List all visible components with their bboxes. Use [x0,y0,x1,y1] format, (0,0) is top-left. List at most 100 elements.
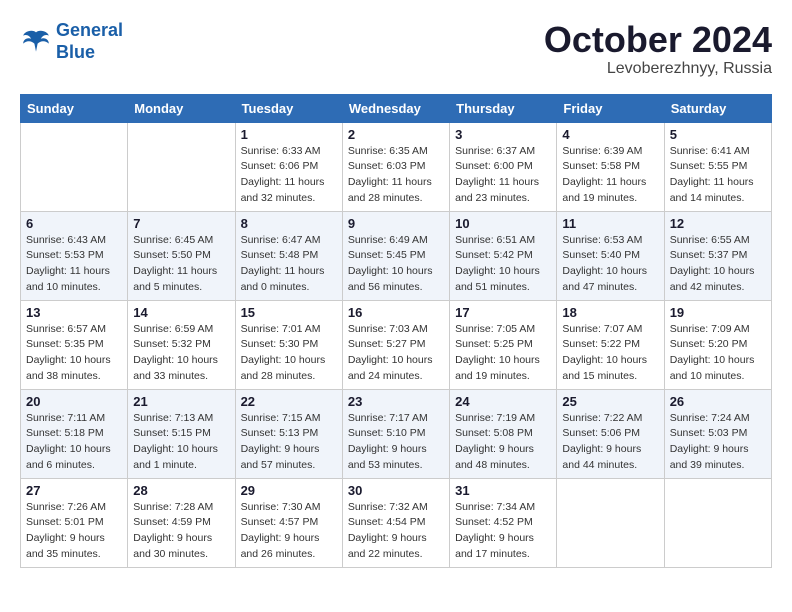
day-info: Sunrise: 6:41 AMSunset: 5:55 PMDaylight:… [670,144,766,207]
calendar-header-row: Sunday Monday Tuesday Wednesday Thursday… [21,94,772,122]
day-info: Sunrise: 7:13 AMSunset: 5:15 PMDaylight:… [133,411,229,474]
calendar-week-row: 20 Sunrise: 7:11 AMSunset: 5:18 PMDaylig… [21,389,772,478]
day-number: 3 [455,127,551,142]
day-info: Sunrise: 6:35 AMSunset: 6:03 PMDaylight:… [348,144,444,207]
calendar-cell: 19 Sunrise: 7:09 AMSunset: 5:20 PMDaylig… [664,300,771,389]
day-info: Sunrise: 7:11 AMSunset: 5:18 PMDaylight:… [26,411,122,474]
calendar-cell: 21 Sunrise: 7:13 AMSunset: 5:15 PMDaylig… [128,389,235,478]
day-info: Sunrise: 6:57 AMSunset: 5:35 PMDaylight:… [26,322,122,385]
calendar-cell: 18 Sunrise: 7:07 AMSunset: 5:22 PMDaylig… [557,300,664,389]
calendar-week-row: 1 Sunrise: 6:33 AMSunset: 6:06 PMDayligh… [21,122,772,211]
calendar-cell: 28 Sunrise: 7:28 AMSunset: 4:59 PMDaylig… [128,478,235,567]
calendar-cell: 8 Sunrise: 6:47 AMSunset: 5:48 PMDayligh… [235,211,342,300]
day-info: Sunrise: 6:43 AMSunset: 5:53 PMDaylight:… [26,233,122,296]
day-number: 31 [455,483,551,498]
day-number: 7 [133,216,229,231]
location-title: Levoberezhnyy, Russia [544,60,772,78]
day-info: Sunrise: 7:03 AMSunset: 5:27 PMDaylight:… [348,322,444,385]
calendar-cell: 24 Sunrise: 7:19 AMSunset: 5:08 PMDaylig… [450,389,557,478]
calendar-cell: 6 Sunrise: 6:43 AMSunset: 5:53 PMDayligh… [21,211,128,300]
calendar-cell: 5 Sunrise: 6:41 AMSunset: 5:55 PMDayligh… [664,122,771,211]
day-number: 20 [26,394,122,409]
day-info: Sunrise: 7:01 AMSunset: 5:30 PMDaylight:… [241,322,337,385]
logo: General Blue [20,20,123,63]
day-number: 4 [562,127,658,142]
calendar-cell [128,122,235,211]
day-info: Sunrise: 7:22 AMSunset: 5:06 PMDaylight:… [562,411,658,474]
day-number: 17 [455,305,551,320]
day-info: Sunrise: 6:59 AMSunset: 5:32 PMDaylight:… [133,322,229,385]
calendar-week-row: 6 Sunrise: 6:43 AMSunset: 5:53 PMDayligh… [21,211,772,300]
header-wednesday: Wednesday [342,94,449,122]
header-monday: Monday [128,94,235,122]
day-info: Sunrise: 7:30 AMSunset: 4:57 PMDaylight:… [241,500,337,563]
day-info: Sunrise: 7:07 AMSunset: 5:22 PMDaylight:… [562,322,658,385]
day-number: 19 [670,305,766,320]
day-info: Sunrise: 7:17 AMSunset: 5:10 PMDaylight:… [348,411,444,474]
calendar-cell: 29 Sunrise: 7:30 AMSunset: 4:57 PMDaylig… [235,478,342,567]
calendar-cell: 26 Sunrise: 7:24 AMSunset: 5:03 PMDaylig… [664,389,771,478]
calendar-cell: 2 Sunrise: 6:35 AMSunset: 6:03 PMDayligh… [342,122,449,211]
calendar-table: Sunday Monday Tuesday Wednesday Thursday… [20,94,772,568]
day-info: Sunrise: 6:55 AMSunset: 5:37 PMDaylight:… [670,233,766,296]
day-number: 15 [241,305,337,320]
calendar-cell: 9 Sunrise: 6:49 AMSunset: 5:45 PMDayligh… [342,211,449,300]
logo-icon [20,26,52,58]
day-number: 14 [133,305,229,320]
header-saturday: Saturday [664,94,771,122]
header-thursday: Thursday [450,94,557,122]
calendar-cell: 14 Sunrise: 6:59 AMSunset: 5:32 PMDaylig… [128,300,235,389]
day-number: 30 [348,483,444,498]
day-info: Sunrise: 7:26 AMSunset: 5:01 PMDaylight:… [26,500,122,563]
logo-text: General Blue [56,20,123,63]
day-info: Sunrise: 7:15 AMSunset: 5:13 PMDaylight:… [241,411,337,474]
day-info: Sunrise: 7:19 AMSunset: 5:08 PMDaylight:… [455,411,551,474]
day-number: 12 [670,216,766,231]
calendar-cell: 23 Sunrise: 7:17 AMSunset: 5:10 PMDaylig… [342,389,449,478]
calendar-cell: 25 Sunrise: 7:22 AMSunset: 5:06 PMDaylig… [557,389,664,478]
page-header: General Blue October 2024 Levoberezhnyy,… [20,20,772,78]
day-info: Sunrise: 6:33 AMSunset: 6:06 PMDaylight:… [241,144,337,207]
day-info: Sunrise: 6:51 AMSunset: 5:42 PMDaylight:… [455,233,551,296]
title-block: October 2024 Levoberezhnyy, Russia [544,20,772,78]
day-number: 13 [26,305,122,320]
header-sunday: Sunday [21,94,128,122]
day-info: Sunrise: 7:05 AMSunset: 5:25 PMDaylight:… [455,322,551,385]
calendar-cell: 31 Sunrise: 7:34 AMSunset: 4:52 PMDaylig… [450,478,557,567]
day-number: 1 [241,127,337,142]
calendar-cell: 22 Sunrise: 7:15 AMSunset: 5:13 PMDaylig… [235,389,342,478]
calendar-cell: 17 Sunrise: 7:05 AMSunset: 5:25 PMDaylig… [450,300,557,389]
day-info: Sunrise: 7:34 AMSunset: 4:52 PMDaylight:… [455,500,551,563]
calendar-cell: 7 Sunrise: 6:45 AMSunset: 5:50 PMDayligh… [128,211,235,300]
calendar-week-row: 27 Sunrise: 7:26 AMSunset: 5:01 PMDaylig… [21,478,772,567]
day-number: 23 [348,394,444,409]
day-number: 29 [241,483,337,498]
day-info: Sunrise: 6:49 AMSunset: 5:45 PMDaylight:… [348,233,444,296]
day-info: Sunrise: 6:53 AMSunset: 5:40 PMDaylight:… [562,233,658,296]
calendar-cell: 13 Sunrise: 6:57 AMSunset: 5:35 PMDaylig… [21,300,128,389]
day-number: 26 [670,394,766,409]
day-number: 24 [455,394,551,409]
day-number: 18 [562,305,658,320]
day-number: 28 [133,483,229,498]
calendar-cell: 30 Sunrise: 7:32 AMSunset: 4:54 PMDaylig… [342,478,449,567]
calendar-cell: 20 Sunrise: 7:11 AMSunset: 5:18 PMDaylig… [21,389,128,478]
month-title: October 2024 [544,20,772,60]
day-number: 9 [348,216,444,231]
day-info: Sunrise: 6:39 AMSunset: 5:58 PMDaylight:… [562,144,658,207]
calendar-cell: 12 Sunrise: 6:55 AMSunset: 5:37 PMDaylig… [664,211,771,300]
day-number: 16 [348,305,444,320]
day-number: 25 [562,394,658,409]
day-info: Sunrise: 7:28 AMSunset: 4:59 PMDaylight:… [133,500,229,563]
calendar-cell: 11 Sunrise: 6:53 AMSunset: 5:40 PMDaylig… [557,211,664,300]
calendar-cell [557,478,664,567]
day-info: Sunrise: 6:47 AMSunset: 5:48 PMDaylight:… [241,233,337,296]
day-info: Sunrise: 7:09 AMSunset: 5:20 PMDaylight:… [670,322,766,385]
day-number: 11 [562,216,658,231]
calendar-cell: 1 Sunrise: 6:33 AMSunset: 6:06 PMDayligh… [235,122,342,211]
day-info: Sunrise: 6:45 AMSunset: 5:50 PMDaylight:… [133,233,229,296]
day-number: 6 [26,216,122,231]
calendar-week-row: 13 Sunrise: 6:57 AMSunset: 5:35 PMDaylig… [21,300,772,389]
day-info: Sunrise: 7:32 AMSunset: 4:54 PMDaylight:… [348,500,444,563]
day-number: 5 [670,127,766,142]
